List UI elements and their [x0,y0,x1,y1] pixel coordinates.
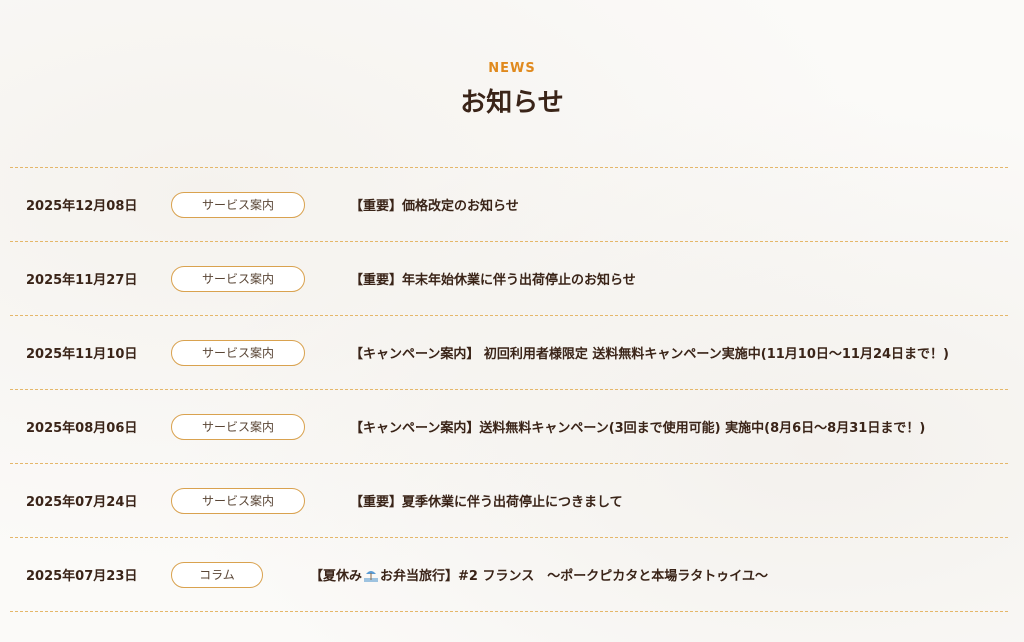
news-date: 2025年07月23日 [26,569,138,584]
news-title-suffix: お弁当旅行】#2 フランス 〜ポークピカタと本場ラタトゥイユ〜 [380,569,768,584]
news-header: NEWS お知らせ [0,0,1024,120]
beach-umbrella-icon [364,570,379,582]
news-date: 2025年08月06日 [26,421,138,436]
news-item[interactable]: 2025年08月06日 サービス案内 【キャンペーン案内】送料無料キャンペーン(… [10,390,1008,464]
news-date: 2025年11月10日 [26,347,138,362]
category-badge: コラム [171,561,263,588]
news-item[interactable]: 2025年07月23日 コラム 【夏休み お弁当旅行】#2 フランス 〜ポークピ… [10,538,1008,612]
news-date: 2025年11月27日 [26,273,138,288]
news-page: NEWS お知らせ 2025年12月08日 サービス案内 【重要】価格改定のお知… [0,0,1024,642]
page-title: お知らせ [460,88,564,118]
category-badge: サービス案内 [171,191,305,218]
category-badge: サービス案内 [171,265,305,292]
news-title-link[interactable]: 【重要】年末年始休業に伴う出荷停止のお知らせ [350,269,636,288]
news-item[interactable]: 2025年12月08日 サービス案内 【重要】価格改定のお知らせ [10,168,1008,242]
news-title-link[interactable]: 【重要】夏季休業に伴う出荷停止につきまして [350,491,623,510]
news-list: 2025年12月08日 サービス案内 【重要】価格改定のお知らせ 2025年11… [10,167,1008,612]
news-item[interactable]: 2025年11月10日 サービス案内 【キャンペーン案内】 初回利用者様限定 送… [10,316,1008,390]
news-date: 2025年12月08日 [26,199,138,214]
news-title-prefix: 【夏休み [310,569,363,584]
section-eyebrow: NEWS [488,61,536,76]
news-title-link[interactable]: 【夏休み お弁当旅行】#2 フランス 〜ポークピカタと本場ラタトゥイユ〜 [310,565,768,584]
category-badge: サービス案内 [171,413,305,440]
news-title-link[interactable]: 【キャンペーン案内】送料無料キャンペーン(3回まで使用可能) 実施中(8月6日〜… [350,417,925,436]
news-title-link[interactable]: 【キャンペーン案内】 初回利用者様限定 送料無料キャンペーン実施中(11月10日… [350,343,949,362]
news-item[interactable]: 2025年07月24日 サービス案内 【重要】夏季休業に伴う出荷停止につきまして [10,464,1008,538]
category-badge: サービス案内 [171,487,305,514]
news-title-link[interactable]: 【重要】価格改定のお知らせ [350,195,519,214]
category-badge: サービス案内 [171,339,305,366]
news-date: 2025年07月24日 [26,495,138,510]
news-item[interactable]: 2025年11月27日 サービス案内 【重要】年末年始休業に伴う出荷停止のお知ら… [10,242,1008,316]
